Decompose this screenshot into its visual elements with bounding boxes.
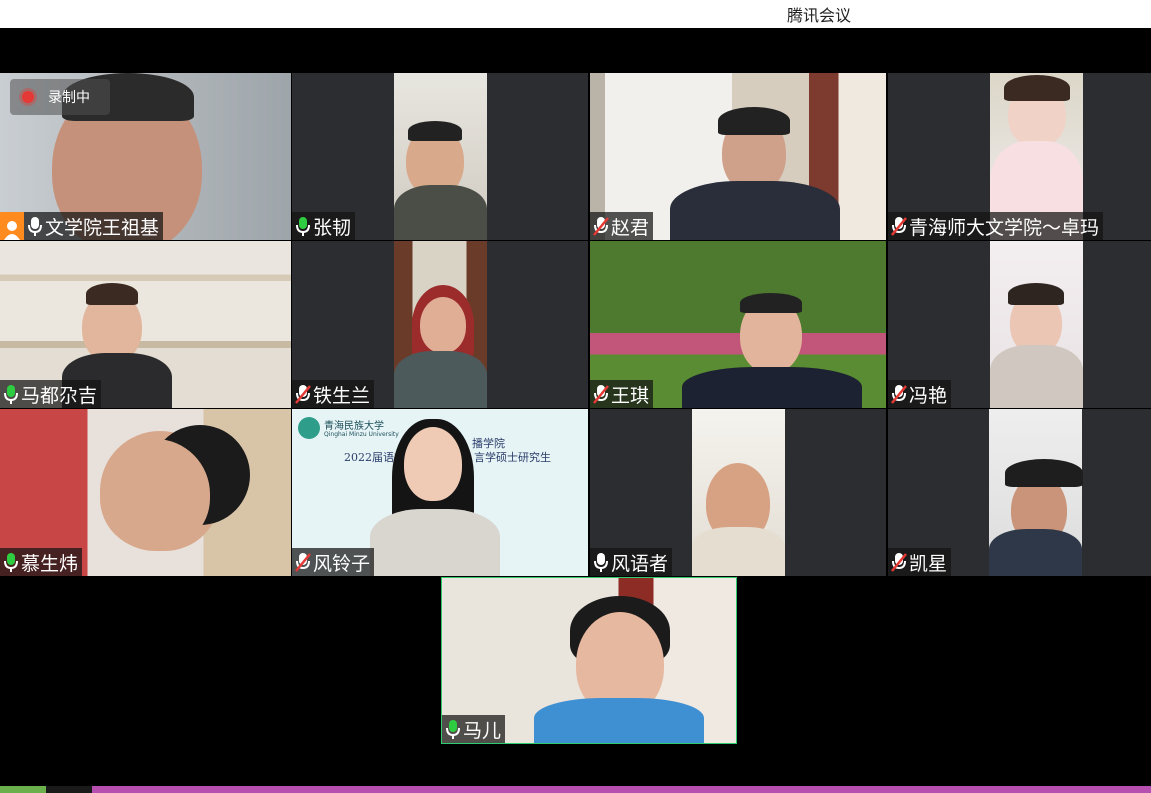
title-bar: 腾讯会议 [0,0,1151,28]
video-tile-10[interactable]: 青海民族大学 Qinghai Minzu University 播学院 2022… [292,409,588,576]
video-tile-1[interactable]: 录制中 文学院王祖基 [0,73,291,240]
microphone-on-icon [2,383,20,405]
top-spacer [0,28,1151,72]
participant-name-bar: 冯艳 [888,380,952,408]
participant-name-bar: 铁生兰 [292,380,375,408]
participant-name: 冯艳 [909,384,948,407]
microphone-muted-icon [890,551,908,573]
recording-indicator[interactable]: 录制中 [10,79,110,115]
video-feed [989,409,1083,576]
video-tile-4[interactable]: 青海师大文学院～卓玛 [888,73,1151,240]
video-tile-7[interactable]: 王琪 [590,241,886,408]
recording-label: 录制中 [48,90,90,106]
participant-name-bar: 凯星 [888,548,952,576]
participant-name: 王琪 [611,384,650,407]
microphone-on-icon [592,551,610,573]
microphone-on-icon [2,551,20,573]
participant-name: 青海师大文学院～卓玛 [909,216,1100,239]
participant-name-bar: 风铃子 [292,548,375,576]
participant-name: 张韧 [313,216,352,239]
slide-logo-icon [298,417,320,439]
video-tile-11[interactable]: 风语者 [590,409,886,576]
microphone-on-icon [294,215,312,237]
slide-line-3: 言学硕士研究生 [474,451,551,464]
video-tile-8[interactable]: 冯艳 [888,241,1151,408]
participant-name: 马都尕吉 [21,384,98,407]
participant-name-bar: 文学院王祖基 [0,212,164,240]
participant-name-bar: 风语者 [590,548,673,576]
slide-university-en: Qinghai Minzu University [324,431,399,438]
participant-name: 文学院王祖基 [45,216,160,239]
host-user-icon [0,212,24,240]
video-tile-6[interactable]: 铁生兰 [292,241,588,408]
participant-name: 赵君 [611,216,650,239]
microphone-on-icon [26,215,44,237]
participant-name-bar: 马儿 [442,715,506,743]
participant-name: 慕生炜 [21,552,79,575]
slide-university: 青海民族大学 [324,421,384,432]
participant-name-bar: 张韧 [292,212,356,240]
taskbar-strip [0,786,1151,793]
microphone-muted-icon [294,383,312,405]
video-feed [990,241,1083,408]
video-feed [692,409,785,576]
record-dot-icon [22,91,34,103]
participant-name-bar: 慕生炜 [0,548,83,576]
microphone-muted-icon [294,551,312,573]
participant-name-bar: 王琪 [590,380,654,408]
video-tile-9[interactable]: 慕生炜 [0,409,291,576]
participant-name: 马儿 [463,719,502,742]
video-tile-5[interactable]: 马都尕吉 [0,241,291,408]
microphone-muted-icon [890,215,908,237]
participant-name-bar: 青海师大文学院～卓玛 [888,212,1104,240]
microphone-muted-icon [890,383,908,405]
participant-name: 铁生兰 [313,384,371,407]
video-tile-12[interactable]: 凯星 [888,409,1151,576]
participant-name-bar: 马都尕吉 [0,380,102,408]
participant-name: 风铃子 [313,552,371,575]
participant-name: 风语者 [611,552,669,575]
participant-name-bar: 赵君 [590,212,654,240]
video-tile-2[interactable]: 张韧 [292,73,588,240]
microphone-muted-icon [592,215,610,237]
video-feed [394,73,487,240]
microphone-on-icon [444,718,462,740]
microphone-muted-icon [592,383,610,405]
video-tile-3[interactable]: 赵君 [590,73,886,240]
video-feed [394,241,487,408]
window-title: 腾讯会议 [787,6,852,25]
participant-name: 凯星 [909,552,948,575]
video-tile-13-active-speaker[interactable]: 马儿 [441,577,737,744]
